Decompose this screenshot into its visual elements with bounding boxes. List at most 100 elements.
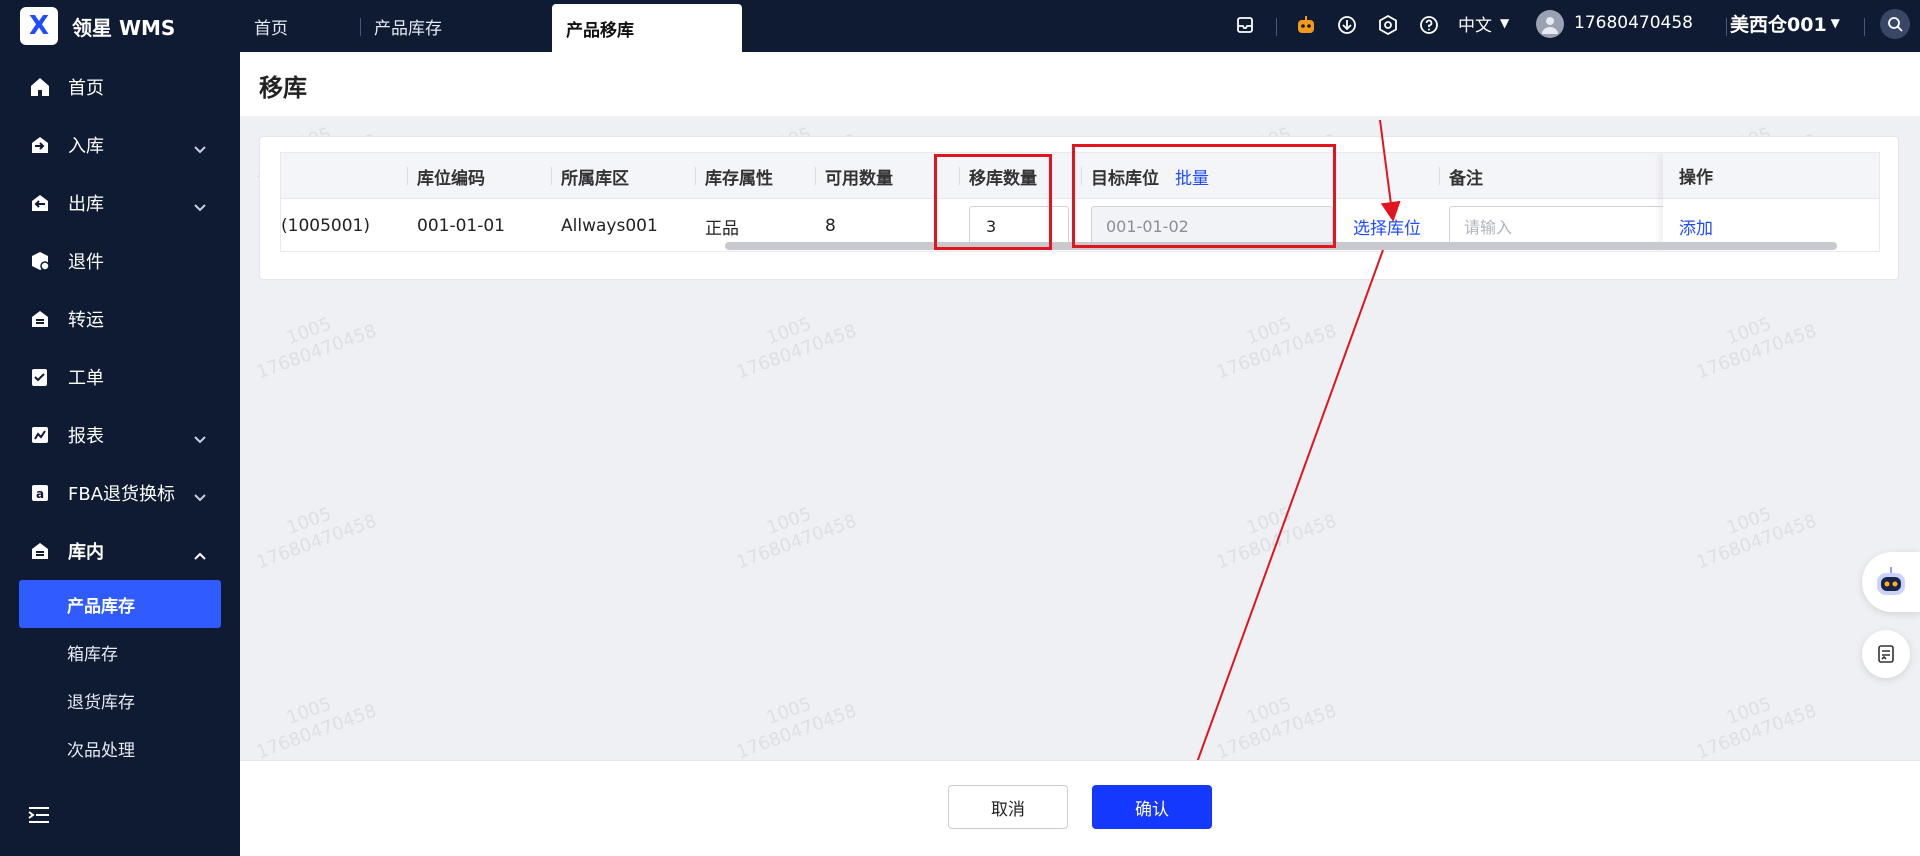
sidebar-item-label: 库内 [68,542,104,563]
column-divider [551,167,552,185]
sidebar-item-work-order[interactable]: 工单 [0,348,240,406]
language-label: 中文 [1458,15,1492,36]
sidebar-item-return[interactable]: 退件 [0,232,240,290]
watermark: 100517680470458 [1693,693,1820,764]
sidebar-item-label: 首页 [68,78,104,99]
column-divider [407,167,408,185]
tab-product-stock[interactable]: 产品库存 [374,0,442,52]
app-logo[interactable]: X 领星 WMS [0,0,240,52]
message-icon[interactable] [1234,14,1256,36]
download-icon[interactable] [1336,14,1358,36]
robot-icon[interactable] [1295,14,1317,36]
sidebar-item-inbound[interactable]: 入库 [0,116,240,174]
transfer-icon [28,307,52,331]
col-zone: 所属库区 [561,168,629,189]
tab-product-move[interactable]: 产品移库 [552,4,742,52]
action-footer: 取消 确认 [240,760,1920,856]
watermark: 100517680470458 [733,313,860,384]
sidebar-subitem-product-stock[interactable]: 产品库存 [19,580,221,628]
annotation-arrows [1181,119,1401,800]
warehouse-icon [28,539,52,563]
chevron-down-icon [194,196,206,217]
watermark: 100517680470458 [1213,313,1340,384]
app-name: 领星 WMS [72,15,176,40]
col-location-code: 库位编码 [417,168,485,189]
column-divider [815,167,816,185]
page-title: 移库 [259,74,307,102]
chevron-down-icon [194,486,206,507]
search-icon[interactable] [1880,9,1910,39]
watermark: 100517680470458 [253,313,380,384]
notes-icon[interactable] [1862,630,1910,678]
col-stock-attr: 库存属性 [705,168,773,189]
watermark: 100517680470458 [1693,503,1820,574]
sidebar-item-transfer[interactable]: 转运 [0,290,240,348]
assistant-robot-button[interactable] [1862,552,1920,612]
outbound-icon [28,191,52,215]
sidebar-item-outbound[interactable]: 出库 [0,174,240,232]
sidebar-item-label: 入库 [68,136,104,157]
sidebar-item-label: FBA退货换标 [68,484,176,505]
col-available-qty: 可用数量 [825,168,893,189]
sidebar: X 领星 WMS 首页 入库 出库 退件 转运 工单 报表 a FBA退货换标 … [0,0,240,856]
annotation-box-target-location [1072,144,1336,248]
sidebar-subitem-return-stock[interactable]: 退货库存 [0,676,240,724]
svg-text:a: a [36,487,44,501]
chevron-up-icon [194,544,206,565]
warehouse-select[interactable]: 美西仓001 ▼ [1730,0,1840,46]
chevron-down-icon: ▼ [1500,16,1510,30]
report-icon [28,423,52,447]
watermark: 100517680470458 [1213,503,1340,574]
watermark: 100517680470458 [253,503,380,574]
watermark: 100517680470458 [253,693,380,764]
help-icon[interactable] [1418,14,1440,36]
remark-input[interactable]: 请输入 [1449,206,1689,246]
sidebar-item-warehouse[interactable]: 库内 [0,522,240,580]
operation-column: 操作 添加 [1663,153,1879,251]
inbound-icon [28,133,52,157]
amazon-icon: a [28,481,52,505]
sidebar-subitem-box-stock[interactable]: 箱库存 [0,628,240,676]
topbar-divider [1276,18,1277,36]
chevron-down-icon [194,428,206,449]
sidebar-item-label: 工单 [68,368,104,389]
sidebar-nav: 首页 入库 出库 退件 转运 工单 报表 a FBA退货换标 库内 产品库存 箱… [0,58,240,772]
avatar[interactable] [1536,10,1564,38]
topbar-divider [1864,18,1865,36]
cancel-button[interactable]: 取消 [948,785,1068,829]
home-icon [28,75,52,99]
watermark: 100517680470458 [733,693,860,764]
warehouse-label: 美西仓001 [1730,13,1827,36]
sidebar-item-fba[interactable]: a FBA退货换标 [0,464,240,522]
tab-divider [360,18,361,36]
sidebar-item-home[interactable]: 首页 [0,58,240,116]
settings-icon[interactable] [1377,14,1399,36]
tab-home[interactable]: 首页 [254,0,288,52]
username[interactable]: 17680470458 [1574,0,1693,46]
sidebar-item-report[interactable]: 报表 [0,406,240,464]
sidebar-item-label: 出库 [68,194,104,215]
watermark: 100517680470458 [1213,693,1340,764]
collapse-menu-icon[interactable] [28,806,50,828]
sidebar-item-label: 转运 [68,310,104,331]
sidebar-item-label: 退件 [68,252,104,273]
topbar-divider [1726,18,1727,36]
watermark: 100517680470458 [733,503,860,574]
col-remark: 备注 [1449,168,1483,189]
return-icon [28,249,52,273]
sidebar-item-label: 报表 [68,426,104,447]
watermark: 100517680470458 [1693,313,1820,384]
column-divider [695,167,696,185]
logo-mark-icon: X [20,7,58,45]
chevron-down-icon [194,138,206,159]
work-order-icon [28,365,52,389]
column-divider [1439,167,1440,185]
col-operation: 操作 [1663,153,1879,199]
chevron-down-icon: ▼ [1830,16,1840,30]
language-select[interactable]: 中文 ▼ [1458,0,1509,46]
page-header: 移库 [240,52,1920,116]
sidebar-subitem-defective[interactable]: 次品处理 [0,724,240,772]
top-bar: 首页 产品库存 产品移库 中文 ▼ 17680470458 美西仓001 ▼ [240,0,1920,52]
annotation-box-move-qty [934,154,1052,250]
confirm-button[interactable]: 确认 [1092,785,1212,829]
